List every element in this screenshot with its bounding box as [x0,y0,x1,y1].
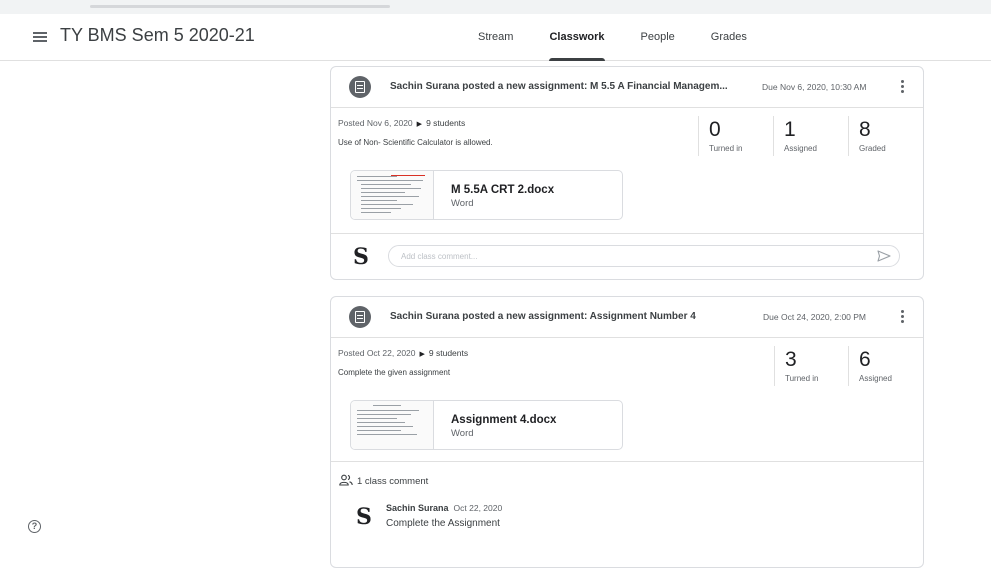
attachment[interactable]: M 5.5A CRT 2.docx Word [350,170,623,220]
stat-turned-in[interactable]: 3 Turned in [774,346,819,386]
stat-value: 3 [785,348,797,371]
assignment-icon [349,76,371,98]
send-icon[interactable] [877,250,891,262]
tab-strip-blur [90,5,390,8]
students-count[interactable]: 9 students [426,118,465,128]
app-header: TY BMS Sem 5 2020-21 Stream Classwork Pe… [0,14,991,61]
comment-author-name: Sachin Surana [386,503,449,513]
due-date: Due Nov 6, 2020, 10:30 AM [762,82,867,92]
stat-label: Graded [859,144,886,153]
class-comment-input[interactable] [388,245,900,267]
browser-top-strip [0,0,991,14]
assignment-description: Complete the given assignment [338,368,451,377]
posted-info: Posted Nov 6, 2020 ▶ 9 students [338,118,465,128]
tab-stream[interactable]: Stream [460,14,531,60]
stat-graded[interactable]: 8 Graded [848,116,886,156]
stat-label: Assigned [859,374,892,383]
posted-date: Posted Oct 22, 2020 [338,348,416,358]
document-thumbnail [351,171,434,219]
assignment-header[interactable]: Sachin Surana posted a new assignment: A… [331,297,923,338]
class-comments-section: 1 class comment S Sachin Surana Oct 22, 2… [331,461,923,567]
stat-value: 0 [709,118,721,141]
nav-tabs: Stream Classwork People Grades [460,14,765,61]
hamburger-menu-icon[interactable] [33,32,47,42]
comment-text: Complete the Assignment [386,518,500,529]
comments-count[interactable]: 1 class comment [357,476,428,487]
class-title[interactable]: TY BMS Sem 5 2020-21 [60,25,255,46]
avatar: S [353,244,369,270]
stat-label: Turned in [709,144,743,153]
stat-assigned[interactable]: 1 Assigned [773,116,817,156]
posted-info: Posted Oct 22, 2020 ▶ 9 students [338,348,468,358]
comment-date: Oct 22, 2020 [453,503,503,513]
more-vert-icon[interactable] [901,80,905,94]
expand-arrow-icon[interactable]: ▶ [420,351,425,358]
tab-grades[interactable]: Grades [693,14,765,60]
comment-composer: S [331,233,923,279]
due-date: Due Oct 24, 2020, 2:00 PM [763,312,867,322]
avatar: S [356,504,372,530]
attachment[interactable]: Assignment 4.docx Word [350,400,623,450]
tab-classwork[interactable]: Classwork [531,14,622,61]
attachment-type: Word [451,198,474,209]
assignment-header[interactable]: Sachin Surana posted a new assignment: M… [331,67,923,108]
stat-assigned[interactable]: 6 Assigned [848,346,892,386]
assignment-description: Use of Non- Scientific Calculator is all… [338,138,493,147]
stat-value: 8 [859,118,871,141]
document-thumbnail [351,401,434,449]
attachment-type: Word [451,428,474,439]
students-count[interactable]: 9 students [429,348,468,358]
assignment-card[interactable]: Sachin Surana posted a new assignment: A… [330,296,924,568]
stat-label: Turned in [785,374,819,383]
comment-author: Sachin Surana Oct 22, 2020 [386,503,502,513]
attachment-name: M 5.5A CRT 2.docx [451,184,555,196]
assignment-title[interactable]: Sachin Surana posted a new assignment: M… [390,81,728,92]
stat-turned-in[interactable]: 0 Turned in [698,116,743,156]
stat-value: 1 [784,118,796,141]
stat-value: 6 [859,348,871,371]
assignment-icon [349,306,371,328]
expand-arrow-icon[interactable]: ▶ [417,121,422,128]
attachment-name: Assignment 4.docx [451,414,557,426]
assignment-card[interactable]: Sachin Surana posted a new assignment: M… [330,66,924,280]
more-vert-icon[interactable] [901,310,905,324]
posted-date: Posted Nov 6, 2020 [338,118,413,128]
tab-people[interactable]: People [623,14,693,60]
people-icon [339,474,353,486]
assignment-title[interactable]: Sachin Surana posted a new assignment: A… [390,311,696,322]
help-circle-icon[interactable]: ? [28,520,41,533]
stat-label: Assigned [784,144,817,153]
